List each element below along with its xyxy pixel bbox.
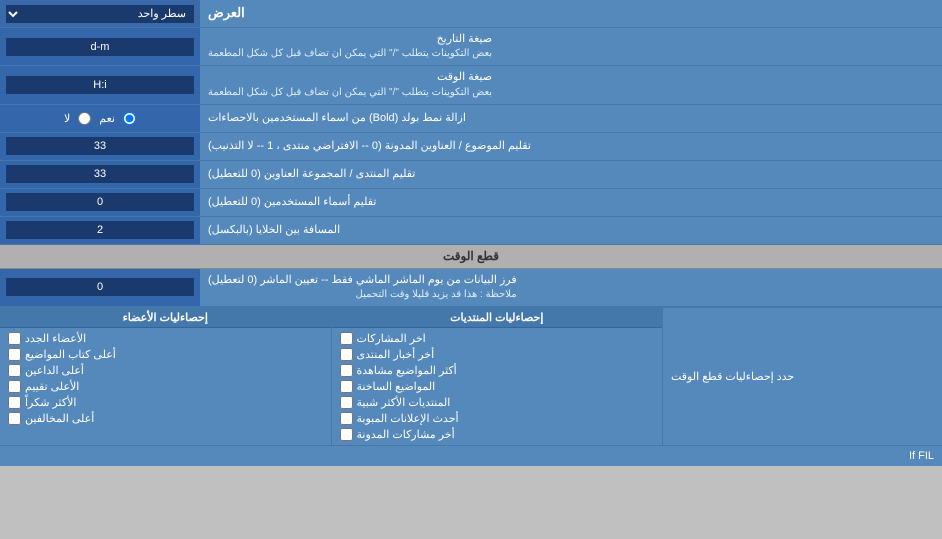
col2-header: إحصاءليات المنتديات <box>332 308 663 328</box>
list-item: المواضيع الساخنة <box>340 380 655 393</box>
list-item: الأعلى تقييم <box>8 380 323 393</box>
space-cells-label: المسافة بين الخلايا (بالبكسل) <box>200 217 942 244</box>
cb-last-posts[interactable] <box>340 332 353 345</box>
date-format-label: صيغة التاريخ بعض التكوينات يتطلب "/" الت… <box>200 28 942 65</box>
cb-new-members[interactable] <box>8 332 21 345</box>
space-cells-control <box>0 217 200 244</box>
bold-yes-radio[interactable] <box>123 112 136 125</box>
cb-most-thanked[interactable] <box>8 396 21 409</box>
cb-hot-topics[interactable] <box>340 380 353 393</box>
list-item: أخر أخبار المنتدى <box>340 348 655 361</box>
time-format-control <box>0 66 200 103</box>
users-names-label: تقليم أسماء المستخدمين (0 للتعطيل) <box>200 189 942 216</box>
list-item: أعلى الداعين <box>8 364 323 377</box>
cb-top-inviters[interactable] <box>8 364 21 377</box>
page-title: العرض <box>200 0 942 27</box>
realtime-input[interactable] <box>6 278 194 296</box>
time-format-row: صيغة الوقت بعض التكوينات يتطلب "/" التي … <box>0 66 942 104</box>
title-order-input[interactable] <box>6 137 194 155</box>
date-format-row: صيغة التاريخ بعض التكوينات يتطلب "/" الت… <box>0 28 942 66</box>
list-item: اخر المشاركات <box>340 332 655 345</box>
space-cells-input[interactable] <box>6 221 194 239</box>
cb-top-violators[interactable] <box>8 412 21 425</box>
col1-header: إحصاءليات الأعضاء <box>0 308 331 328</box>
list-item: أخر مشاركات المدونة <box>340 428 655 441</box>
forum-group-label: تقليم المنتدى / المجموعة العناوين (0 للت… <box>200 161 942 188</box>
bold-no-radio[interactable] <box>78 112 91 125</box>
users-names-row: تقليم أسماء المستخدمين (0 للتعطيل) <box>0 189 942 217</box>
forum-group-control <box>0 161 200 188</box>
space-cells-row: المسافة بين الخلايا (بالبكسل) <box>0 217 942 245</box>
list-item: الأعضاء الجدد <box>8 332 323 345</box>
realtime-section-title: قطع الوقت <box>443 249 499 263</box>
col1-items: الأعضاء الجدد أعلى كتاب المواضيع أعلى ال… <box>0 328 331 429</box>
main-container: العرض سطر واحد سطرين ثلاثة أسطر صيغة الت… <box>0 0 942 466</box>
bold-remove-row: ازالة نمط بولد (Bold) من اسماء المستخدمي… <box>0 105 942 133</box>
date-format-control <box>0 28 200 65</box>
cb-forum-news[interactable] <box>340 348 353 361</box>
list-item: أحدث الإعلانات المبوبة <box>340 412 655 425</box>
bottom-note-text: If FIL <box>909 450 934 462</box>
time-format-input[interactable] <box>6 76 194 94</box>
forum-group-row: تقليم المنتدى / المجموعة العناوين (0 للت… <box>0 161 942 189</box>
cb-blog-posts[interactable] <box>340 428 353 441</box>
list-item: الأكثر شكراً <box>8 396 323 409</box>
checkboxes-section: حدد إحصاءليات قطع الوقت إحصاءليات المنتد… <box>0 307 942 445</box>
single-line-select[interactable]: سطر واحد سطرين ثلاثة أسطر <box>6 5 194 23</box>
users-names-input[interactable] <box>6 193 194 211</box>
time-format-label: صيغة الوقت بعض التكوينات يتطلب "/" التي … <box>200 66 942 103</box>
bold-remove-control: نعم لا <box>0 105 200 132</box>
realtime-row: فرز البيانات من يوم الماشر الماشي فقط --… <box>0 269 942 307</box>
bold-radio-group: نعم لا <box>64 112 136 125</box>
title-order-row: تقليم الموضوع / العناوين المدونة (0 -- ا… <box>0 133 942 161</box>
cb-most-viewed[interactable] <box>340 364 353 377</box>
realtime-label: فرز البيانات من يوم الماشر الماشي فقط --… <box>200 269 942 306</box>
cb-top-writers[interactable] <box>8 348 21 361</box>
title-row: العرض سطر واحد سطرين ثلاثة أسطر <box>0 0 942 28</box>
list-item: أكثر المواضيع مشاهدة <box>340 364 655 377</box>
list-item: المنتديات الأكثر شبية <box>340 396 655 409</box>
col2-items: اخر المشاركات أخر أخبار المنتدى أكثر الم… <box>332 328 663 445</box>
realtime-control <box>0 269 200 306</box>
forum-group-input[interactable] <box>6 165 194 183</box>
date-format-input[interactable] <box>6 38 194 56</box>
checkboxes-col1: إحصاءليات الأعضاء الأعضاء الجدد أعلى كتا… <box>0 308 332 445</box>
bold-remove-label: ازالة نمط بولد (Bold) من اسماء المستخدمي… <box>200 105 942 132</box>
cb-popular-forums[interactable] <box>340 396 353 409</box>
title-order-label: تقليم الموضوع / العناوين المدونة (0 -- ا… <box>200 133 942 160</box>
list-item: أعلى كتاب المواضيع <box>8 348 323 361</box>
list-item: أعلى المخالفين <box>8 412 323 425</box>
cb-latest-ads[interactable] <box>340 412 353 425</box>
title-order-control <box>0 133 200 160</box>
limit-label: حدد إحصاءليات قطع الوقت <box>662 308 942 445</box>
cb-top-rated[interactable] <box>8 380 21 393</box>
bottom-note-row: If FIL <box>0 445 942 466</box>
users-names-control <box>0 189 200 216</box>
realtime-section-header: قطع الوقت <box>0 245 942 269</box>
checkboxes-col2: إحصاءليات المنتديات اخر المشاركات أخر أخ… <box>332 308 663 445</box>
